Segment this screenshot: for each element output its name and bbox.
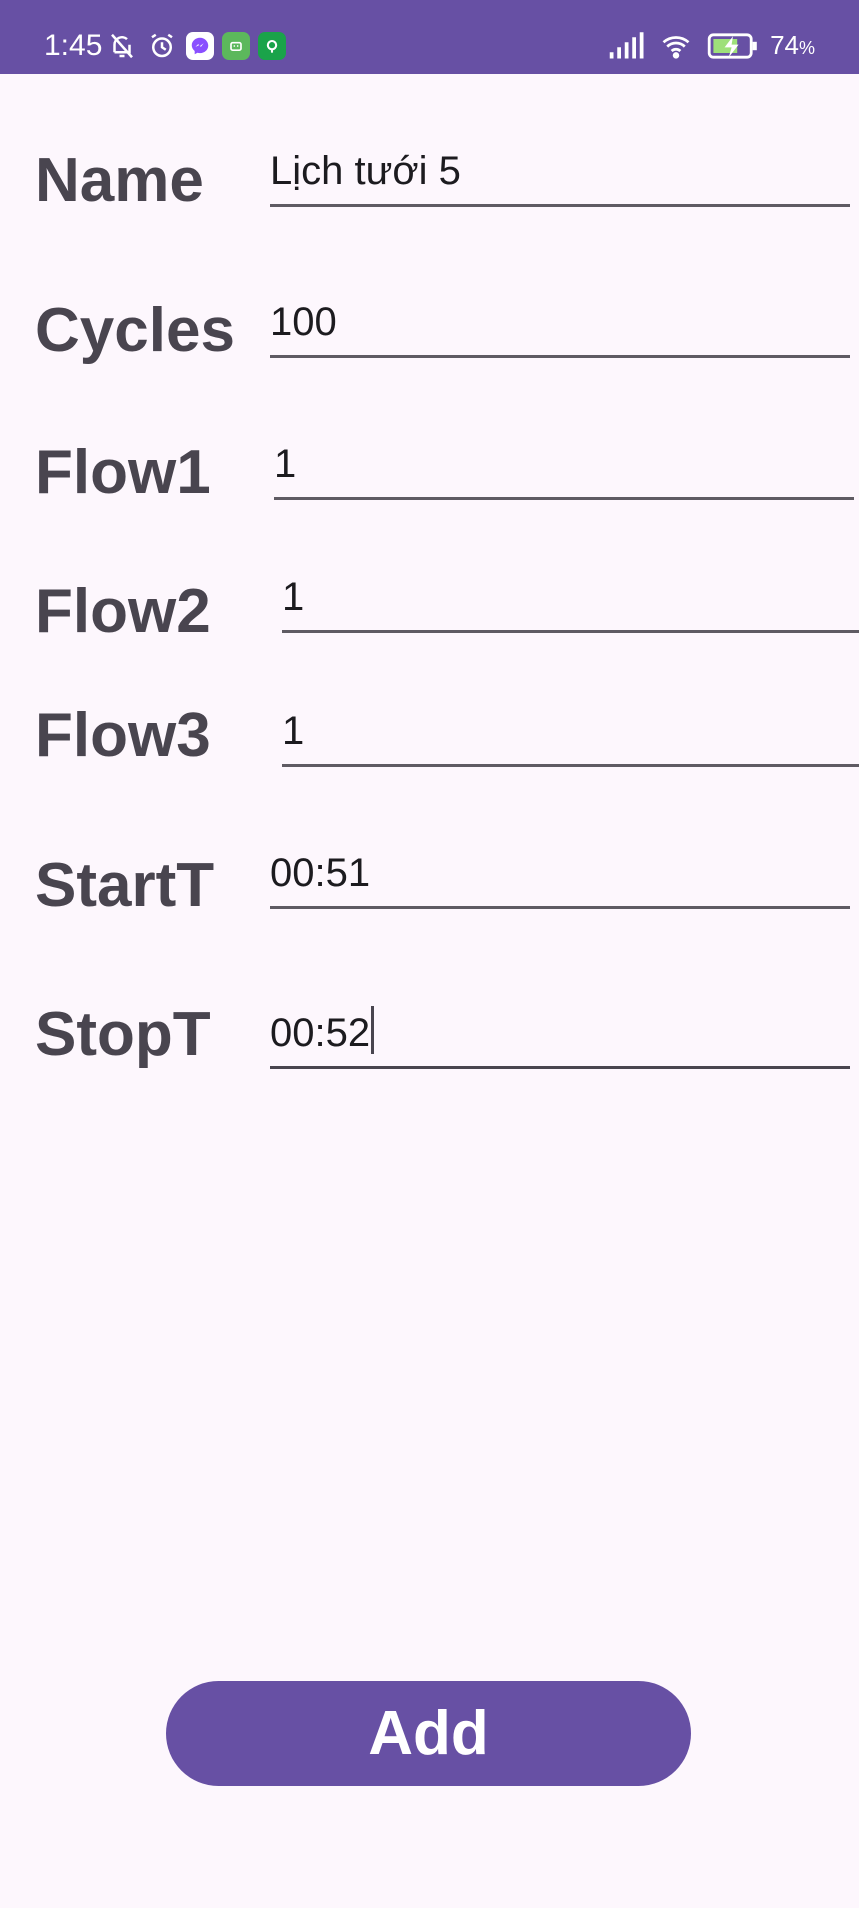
android-app-icon (222, 32, 250, 60)
add-button[interactable]: Add (166, 1681, 691, 1786)
stopt-label: StopT (35, 1000, 211, 1069)
stopt-field[interactable]: 00:52 (270, 1005, 850, 1069)
startt-label: StartT (35, 851, 215, 920)
bell-off-icon (106, 30, 138, 62)
text-caret (371, 1006, 375, 1054)
wifi-icon (656, 30, 696, 62)
system-icons: 74% (606, 28, 815, 64)
status-time: 1:45 (44, 29, 103, 62)
alarm-icon (146, 30, 178, 62)
name-label: Name (35, 146, 204, 215)
notification-icons (106, 28, 286, 64)
flow1-label: Flow1 (35, 438, 211, 507)
name-field[interactable]: Lịch tưới 5 (270, 143, 850, 207)
startt-field[interactable]: 00:51 (270, 845, 850, 909)
flow3-field[interactable]: 1 (282, 703, 859, 767)
flow1-field[interactable]: 1 (274, 436, 854, 500)
flow2-field[interactable]: 1 (282, 569, 859, 633)
battery-charging-icon (706, 30, 760, 62)
status-bar: 1:45 74% (0, 0, 859, 74)
cycles-label: Cycles (35, 296, 235, 365)
signal-icon (606, 30, 646, 62)
cycles-field[interactable]: 100 (270, 294, 850, 358)
flow2-label: Flow2 (35, 577, 211, 646)
messenger-icon (186, 32, 214, 60)
green-app-icon (258, 32, 286, 60)
stopt-value: 00:52 (270, 1011, 371, 1055)
flow3-label: Flow3 (35, 701, 211, 770)
battery-level: 74% (770, 29, 815, 60)
